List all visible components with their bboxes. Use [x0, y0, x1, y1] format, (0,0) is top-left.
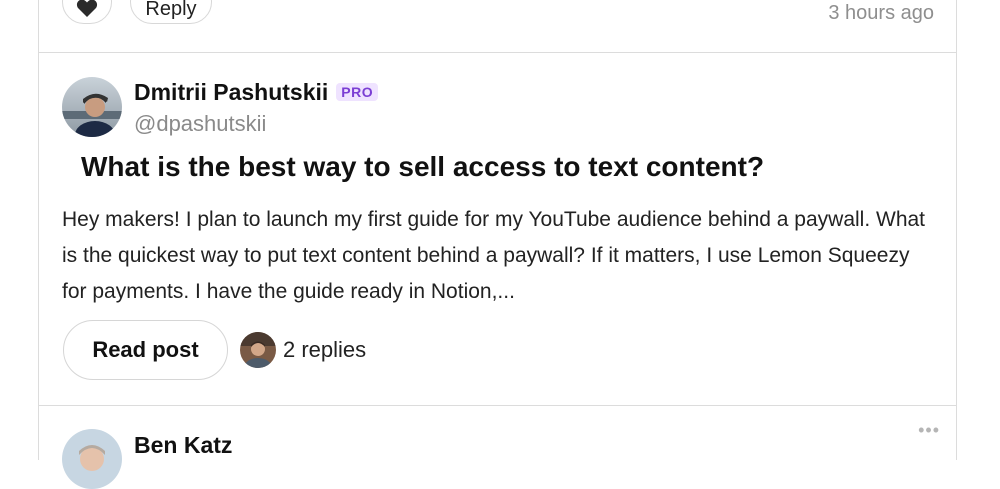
reply-button-label: Reply: [145, 0, 197, 20]
post-divider: [38, 52, 957, 53]
next-author-avatar[interactable]: [62, 429, 122, 489]
previous-post-timestamp: 3 hours ago: [828, 2, 934, 24]
more-dots-icon[interactable]: •••: [918, 420, 940, 441]
replies-link[interactable]: 2 replies: [240, 332, 366, 368]
heart-icon: [76, 0, 98, 17]
read-post-button[interactable]: Read post: [63, 320, 228, 380]
previous-post-actions: Reply: [62, 0, 212, 24]
post-excerpt: Hey makers! I plan to launch my first gu…: [62, 208, 926, 303]
author-name[interactable]: Dmitrii Pashutskii PRO: [134, 79, 379, 106]
like-button[interactable]: [62, 0, 112, 24]
reply-button[interactable]: Reply: [130, 0, 212, 24]
author-avatar[interactable]: [62, 77, 122, 137]
author-handle[interactable]: @dpashutskii: [134, 111, 266, 137]
replier-avatar: [240, 332, 276, 368]
post-divider: [38, 405, 957, 406]
pro-badge: PRO: [336, 83, 379, 101]
author-name-text[interactable]: Dmitrii Pashutskii: [134, 79, 328, 105]
replies-count[interactable]: 2 replies: [283, 337, 366, 363]
next-author-name[interactable]: Ben Katz: [134, 432, 232, 459]
post-title[interactable]: What is the best way to sell access to t…: [81, 151, 764, 183]
